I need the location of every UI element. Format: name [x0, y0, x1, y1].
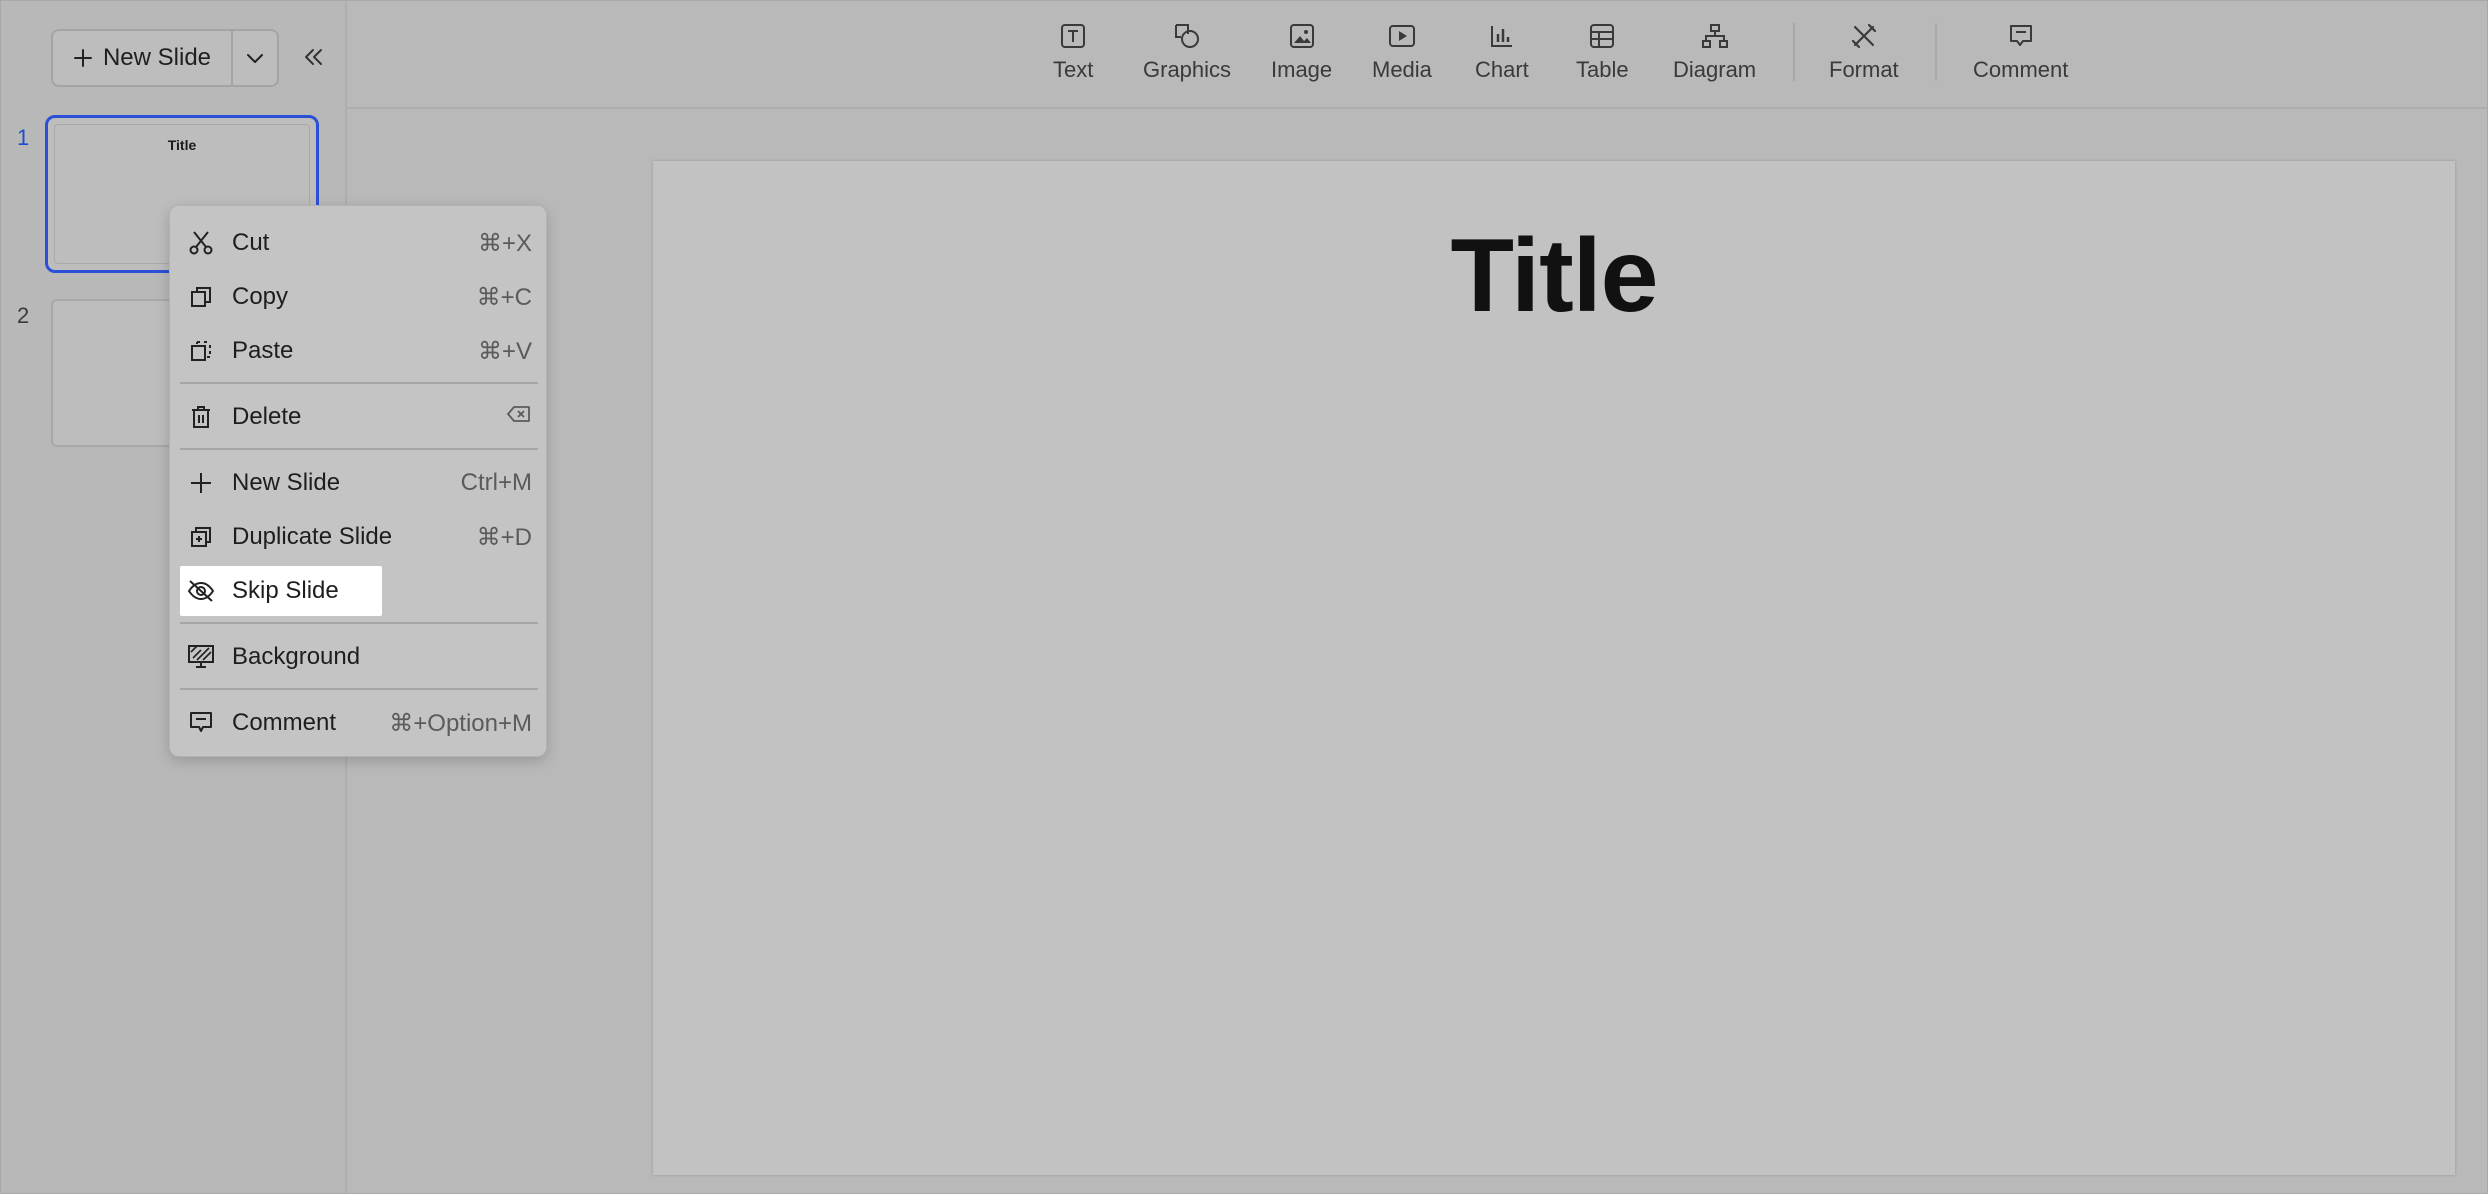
menu-item-paste[interactable]: Paste ⌘+V [180, 326, 536, 376]
scissors-icon [184, 226, 218, 260]
new-slide-dropdown-button[interactable] [233, 31, 277, 85]
new-slide-group: New Slide [51, 29, 279, 87]
tool-format[interactable]: Format [1829, 21, 1899, 83]
image-icon [1287, 21, 1317, 51]
menu-item-skip-slide[interactable]: Skip Slide [180, 566, 382, 616]
collapse-sidebar-button[interactable] [297, 41, 329, 73]
menu-item-background[interactable]: Background [180, 632, 536, 682]
slide-number: 1 [17, 125, 30, 150]
slide-number: 2 [17, 303, 30, 328]
text-box-icon [1058, 21, 1088, 51]
tool-label: Graphics [1143, 57, 1232, 82]
background-icon [184, 640, 218, 674]
tool-media[interactable]: Media [1372, 21, 1432, 83]
bar-chart-icon [1487, 21, 1517, 51]
presentation-app: New Slide 1 Title 2 Text Graphics Image … [0, 0, 2488, 1194]
double-chevron-left-icon [301, 45, 325, 69]
media-play-icon [1387, 21, 1417, 51]
duplicate-icon [184, 520, 218, 554]
toolbar-divider [1793, 23, 1795, 81]
context-menu: Cut ⌘+X Copy ⌘+C Paste ⌘+V Delete New Sl… [169, 205, 547, 757]
slide-canvas[interactable]: Title [653, 161, 2455, 1175]
comment-icon [184, 706, 218, 740]
format-tools-icon [1849, 21, 1879, 51]
tool-label: Media [1372, 57, 1432, 82]
copy-icon [184, 280, 218, 314]
tool-label: Chart [1475, 57, 1529, 82]
tool-image[interactable]: Image [1271, 21, 1332, 83]
menu-item-new-slide[interactable]: New Slide Ctrl+M [180, 458, 536, 508]
chevron-down-icon [245, 51, 265, 65]
eye-off-icon [184, 574, 218, 608]
tool-label: Image [1271, 57, 1333, 82]
slide-title[interactable]: Title [653, 217, 2455, 336]
tool-table[interactable]: Table [1576, 21, 1629, 83]
tool-diagram[interactable]: Diagram [1673, 21, 1756, 83]
tool-chart[interactable]: Chart [1475, 21, 1529, 83]
menu-divider [180, 448, 538, 450]
tool-label: Table [1576, 57, 1629, 82]
comment-icon [2006, 21, 2036, 51]
menu-item-copy[interactable]: Copy ⌘+C [180, 272, 536, 322]
trash-icon [184, 400, 218, 434]
menu-divider [180, 622, 538, 624]
tool-label: Format [1829, 57, 1899, 82]
toolbar-divider [1935, 23, 1937, 81]
thumbnail-title: Title [167, 137, 197, 153]
insert-toolbar: Text Graphics Image Media Chart Table Di… [347, 1, 2487, 109]
tool-label: Diagram [1673, 57, 1757, 82]
menu-item-delete[interactable]: Delete [180, 392, 536, 442]
table-icon [1587, 21, 1617, 51]
tool-label: Text [1053, 57, 1094, 82]
tool-graphics[interactable]: Graphics [1143, 21, 1231, 83]
tool-text[interactable]: Text [1053, 21, 1093, 83]
new-slide-button[interactable]: New Slide [53, 31, 233, 85]
new-slide-label: New Slide [102, 44, 212, 71]
menu-item-comment[interactable]: Comment ⌘+Option+M [180, 698, 536, 748]
tool-comment[interactable]: Comment [1973, 21, 2068, 83]
shapes-icon [1172, 21, 1202, 51]
plus-icon [73, 48, 93, 68]
menu-item-cut[interactable]: Cut ⌘+X [180, 218, 536, 268]
org-chart-icon [1700, 21, 1730, 51]
menu-divider [180, 688, 538, 690]
paste-icon [184, 334, 218, 368]
backspace-icon [506, 403, 532, 431]
tool-label: Comment [1973, 57, 2069, 82]
plus-icon [184, 466, 218, 500]
menu-item-duplicate-slide[interactable]: Duplicate Slide ⌘+D [180, 512, 536, 562]
menu-divider [180, 382, 538, 384]
